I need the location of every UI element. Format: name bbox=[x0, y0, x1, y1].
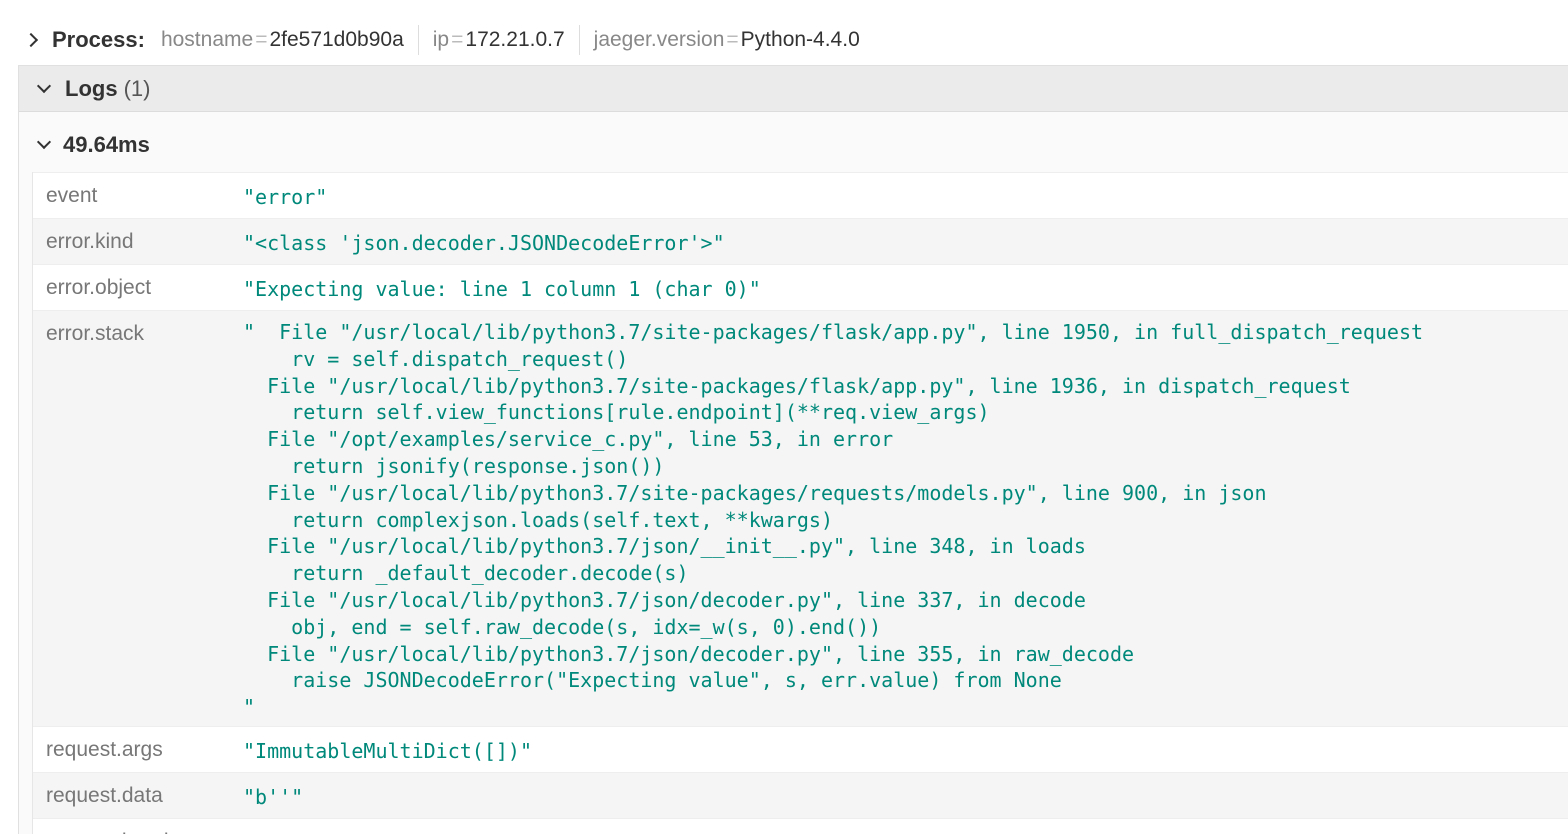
field-value: "Host: service_c:5000 bbox=[243, 819, 1568, 834]
table-row: error.object "Expecting value: line 1 co… bbox=[33, 264, 1568, 310]
process-row[interactable]: Process: hostname = 2fe571d0b90a ip = 172.21… bbox=[22, 22, 860, 58]
field-value: "Expecting value: line 1 column 1 (char … bbox=[243, 277, 761, 301]
field-key: request.data bbox=[46, 784, 163, 807]
tag-equals: = bbox=[255, 28, 268, 51]
logs-panel: Logs (1) 49.64ms event "error" error.kin… bbox=[18, 65, 1568, 834]
logs-header[interactable]: Logs (1) bbox=[19, 66, 1568, 112]
field-key: error.object bbox=[46, 276, 152, 299]
table-row: request.args "ImmutableMultiDict([])" bbox=[33, 726, 1568, 772]
field-key: event bbox=[46, 184, 98, 207]
process-tag-jaeger-version: jaeger.version = Python-4.4.0 bbox=[594, 28, 860, 52]
field-value: " File "/usr/local/lib/python3.7/site-pa… bbox=[243, 320, 1424, 720]
tag-value: 2fe571d0b90a bbox=[269, 28, 404, 51]
chevron-right-icon[interactable] bbox=[23, 32, 39, 48]
field-value: "ImmutableMultiDict([])" bbox=[243, 739, 532, 763]
field-key: error.kind bbox=[46, 230, 134, 253]
field-value: "b''" bbox=[243, 785, 304, 809]
table-row: error.stack " File "/usr/local/lib/pytho… bbox=[33, 310, 1568, 726]
process-label: Process: bbox=[52, 27, 145, 52]
table-row: error.kind "<class 'json.decoder.JSONDec… bbox=[33, 218, 1568, 264]
process-tag-hostname: hostname = 2fe571d0b90a bbox=[161, 28, 404, 52]
log-fields-table: event "error" error.kind "<class 'json.d… bbox=[32, 172, 1568, 834]
field-value: "error" bbox=[243, 185, 328, 209]
chevron-down-icon[interactable] bbox=[36, 78, 52, 93]
logs-count: (1) bbox=[123, 75, 151, 101]
tag-equals: = bbox=[451, 28, 464, 51]
tag-value: 172.21.0.7 bbox=[465, 28, 565, 51]
tag-equals: = bbox=[726, 28, 739, 51]
tag-value: Python-4.4.0 bbox=[740, 28, 860, 51]
logs-title: Logs bbox=[65, 75, 118, 101]
field-key: error.stack bbox=[46, 322, 145, 345]
field-value: "<class 'json.decoder.JSONDecodeError'>" bbox=[243, 231, 725, 255]
tag-key: jaeger.version bbox=[593, 28, 725, 51]
table-row: request.data "b''" bbox=[33, 772, 1568, 818]
field-key: request.headers bbox=[33, 819, 243, 834]
chevron-down-icon[interactable] bbox=[36, 134, 52, 150]
table-row: event "error" bbox=[33, 172, 1568, 218]
field-key: request.args bbox=[46, 738, 163, 761]
tag-divider bbox=[417, 25, 419, 55]
log-entry-time: 49.64ms bbox=[63, 132, 150, 157]
tag-divider bbox=[578, 25, 580, 55]
process-tag-ip: ip = 172.21.0.7 bbox=[433, 28, 565, 52]
tag-key: hostname bbox=[160, 28, 254, 51]
log-entry-header[interactable]: 49.64ms bbox=[36, 132, 150, 158]
tag-key: ip bbox=[432, 28, 450, 51]
table-row: request.headers "Host: service_c:5000 bbox=[33, 818, 1568, 834]
